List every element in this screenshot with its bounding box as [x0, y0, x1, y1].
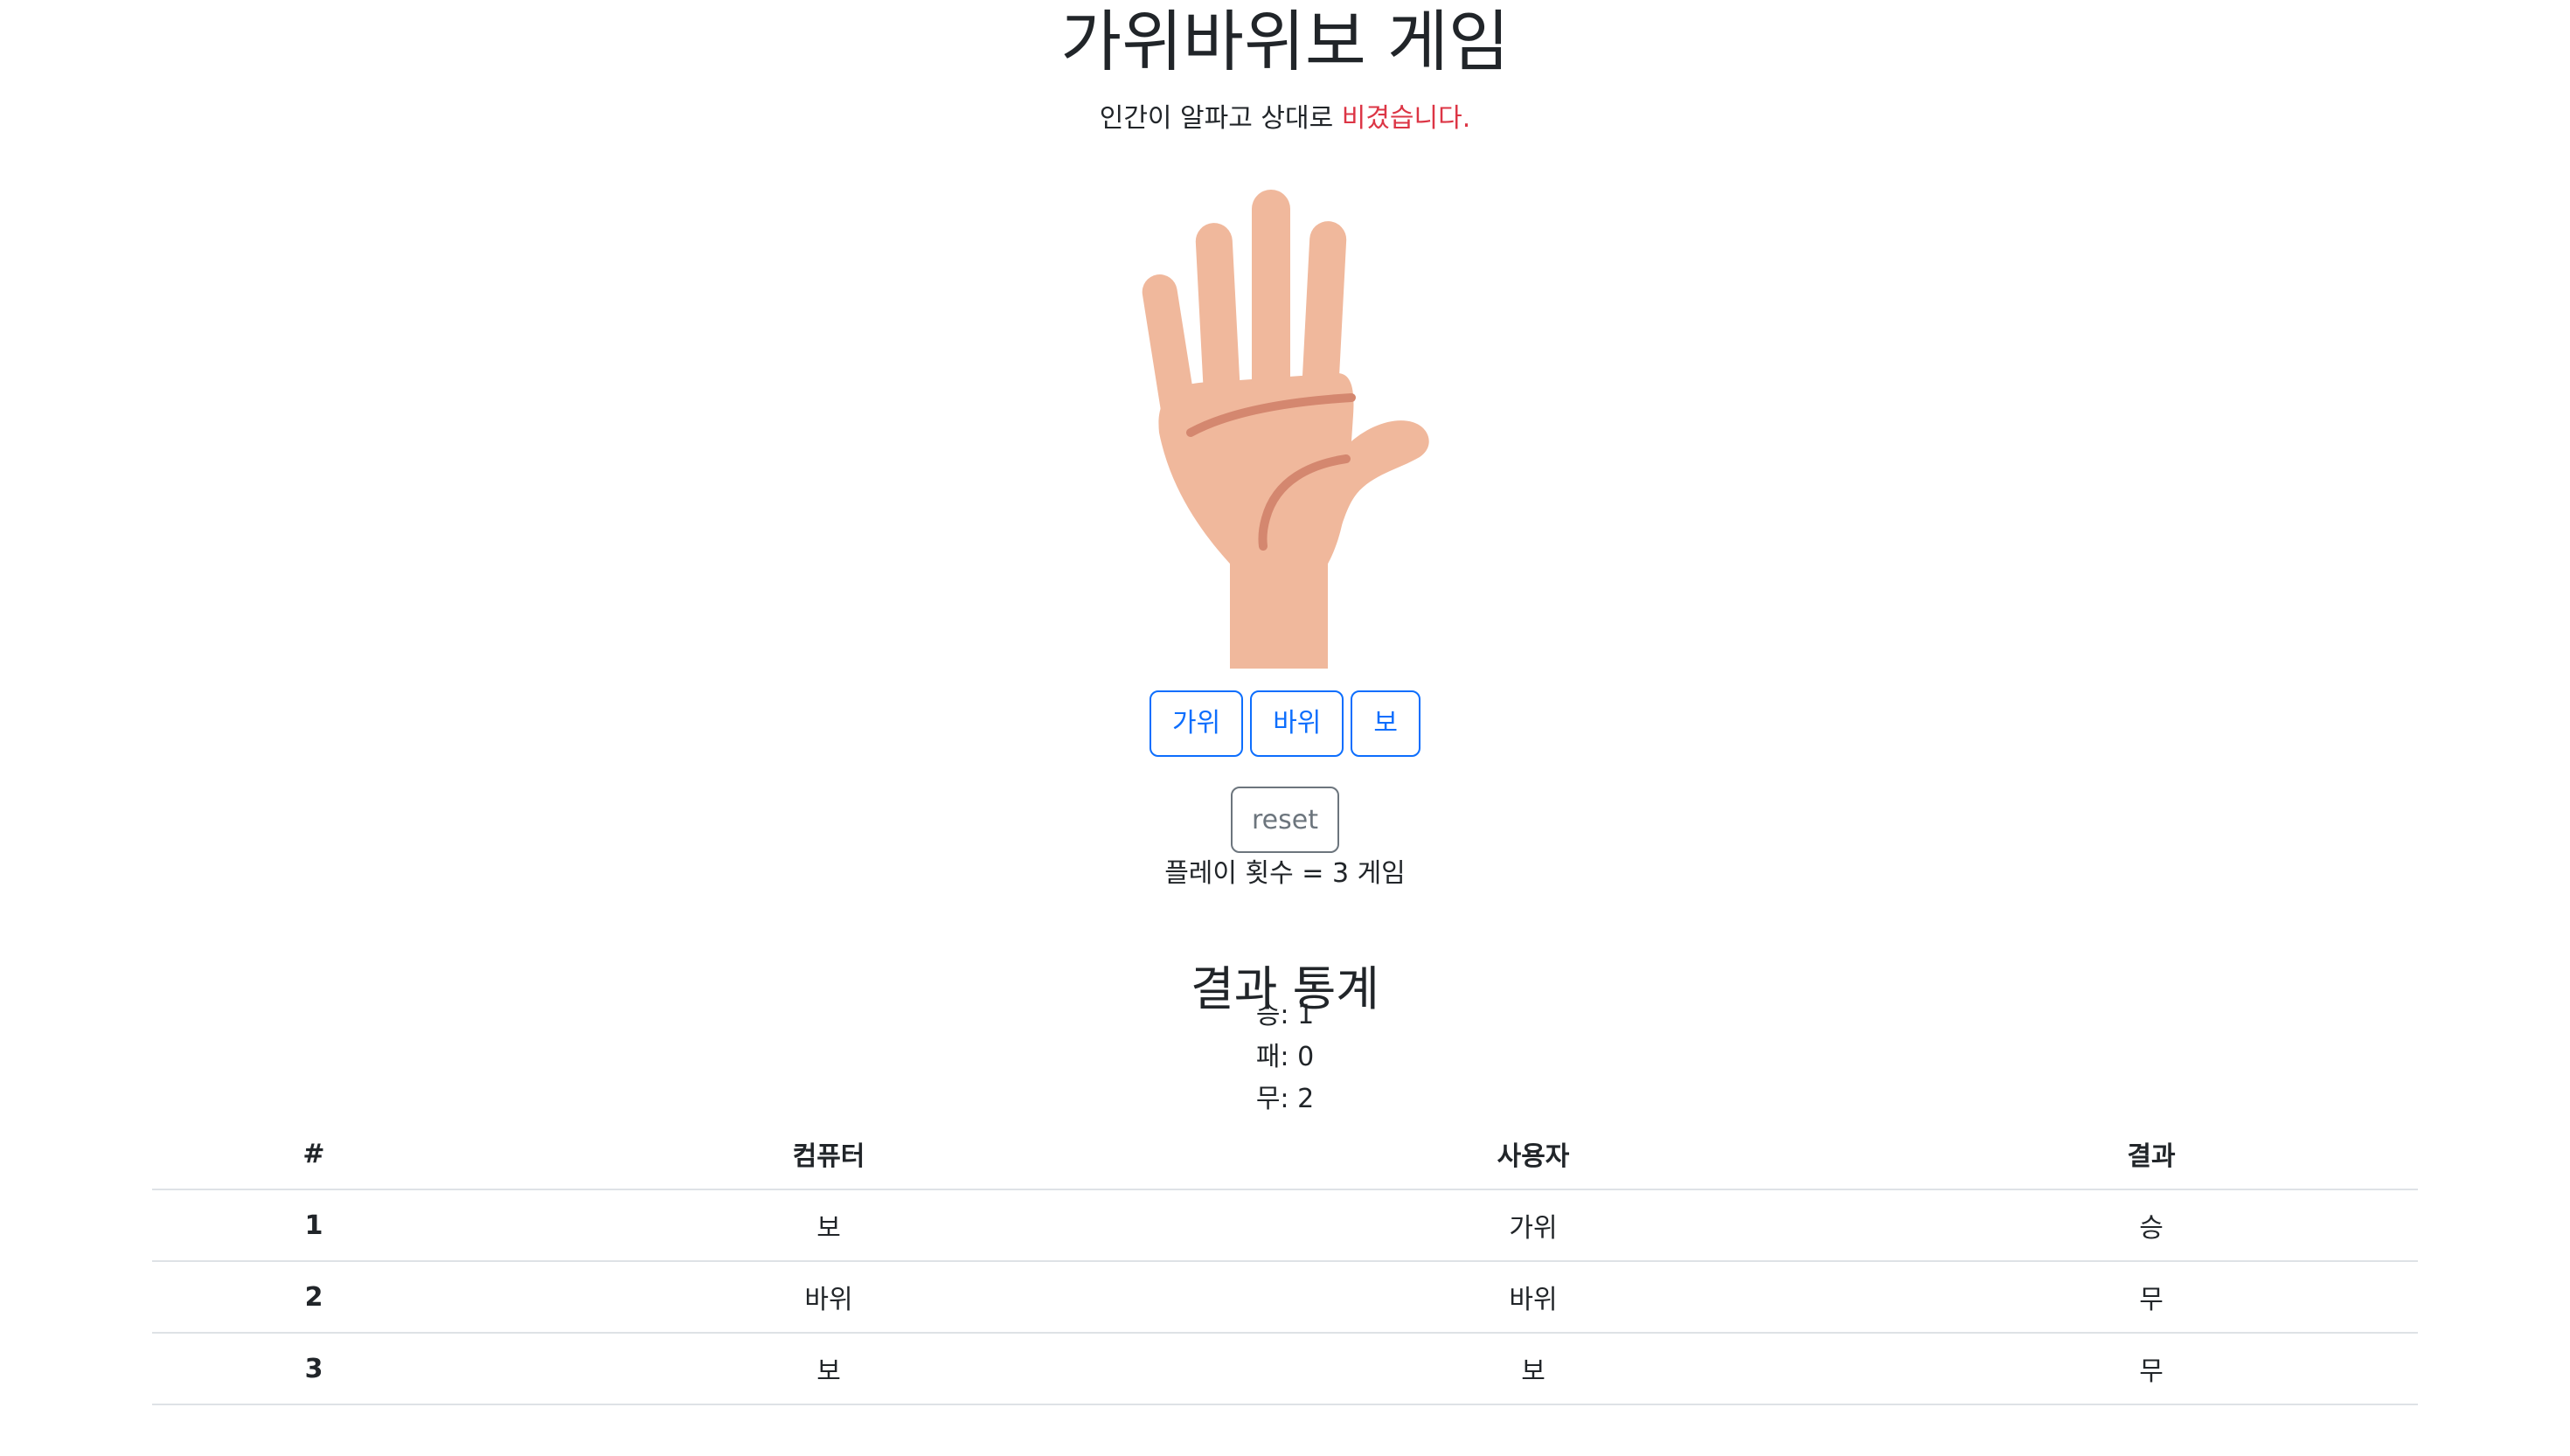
column-header-user: 사용자 [1182, 1119, 1885, 1190]
status-prefix: 인간이 알파고 상대로 [1099, 103, 1342, 134]
cell-user: 가위 [1182, 1189, 1885, 1262]
column-header-computer: 컴퓨터 [476, 1119, 1182, 1190]
game-status: 인간이 알파고 상대로 비겼습니다. [0, 100, 2570, 138]
column-header-result: 결과 [1885, 1119, 2418, 1190]
cell-result: 무 [1885, 1333, 2418, 1405]
cell-computer: 보 [476, 1189, 1182, 1262]
app-container: 가위바위보 게임 인간이 알파고 상대로 비겼습니다. 가위 바위 보 reset … [0, 0, 2570, 1456]
rock-button[interactable]: 바위 [1250, 690, 1344, 757]
table-row: 1 보 가위 승 [152, 1189, 2418, 1262]
stat-lose: 패: 0 [1255, 1042, 1315, 1072]
cell-user: 보 [1182, 1333, 1885, 1405]
play-count: 플레이 횟수 = 3 게임 [1164, 858, 1406, 889]
cell-computer: 바위 [476, 1261, 1182, 1334]
reset-button[interactable]: reset [1231, 787, 1339, 853]
status-result: 비겼습니다. [1341, 103, 1471, 134]
cell-number: 2 [152, 1261, 476, 1334]
choice-buttons: 가위 바위 보 [0, 690, 2570, 757]
cell-user: 바위 [1182, 1261, 1885, 1334]
cell-number: 1 [152, 1189, 476, 1262]
cell-result: 무 [1885, 1261, 2418, 1334]
column-header-number: # [152, 1119, 476, 1190]
paper-button[interactable]: 보 [1351, 690, 1420, 757]
table-row: 3 보 보 무 [152, 1333, 2418, 1405]
cell-number: 3 [152, 1333, 476, 1405]
table-row: 2 바위 바위 무 [152, 1261, 2418, 1334]
cell-computer: 보 [476, 1333, 1182, 1405]
scissors-button[interactable]: 가위 [1149, 690, 1244, 757]
page-title: 가위바위보 게임 [1060, 3, 1510, 80]
table-header-row: # 컴퓨터 사용자 결과 [152, 1119, 2418, 1190]
cell-result: 승 [1885, 1189, 2418, 1262]
stat-draw: 무: 2 [1255, 1084, 1315, 1114]
stat-win: 승: 1 [1255, 1000, 1315, 1030]
history-table: # 컴퓨터 사용자 결과 1 보 가위 승 2 바위 바위 무 3 보 보 무 [152, 1119, 2418, 1405]
paper-hand-icon [1136, 179, 1486, 669]
